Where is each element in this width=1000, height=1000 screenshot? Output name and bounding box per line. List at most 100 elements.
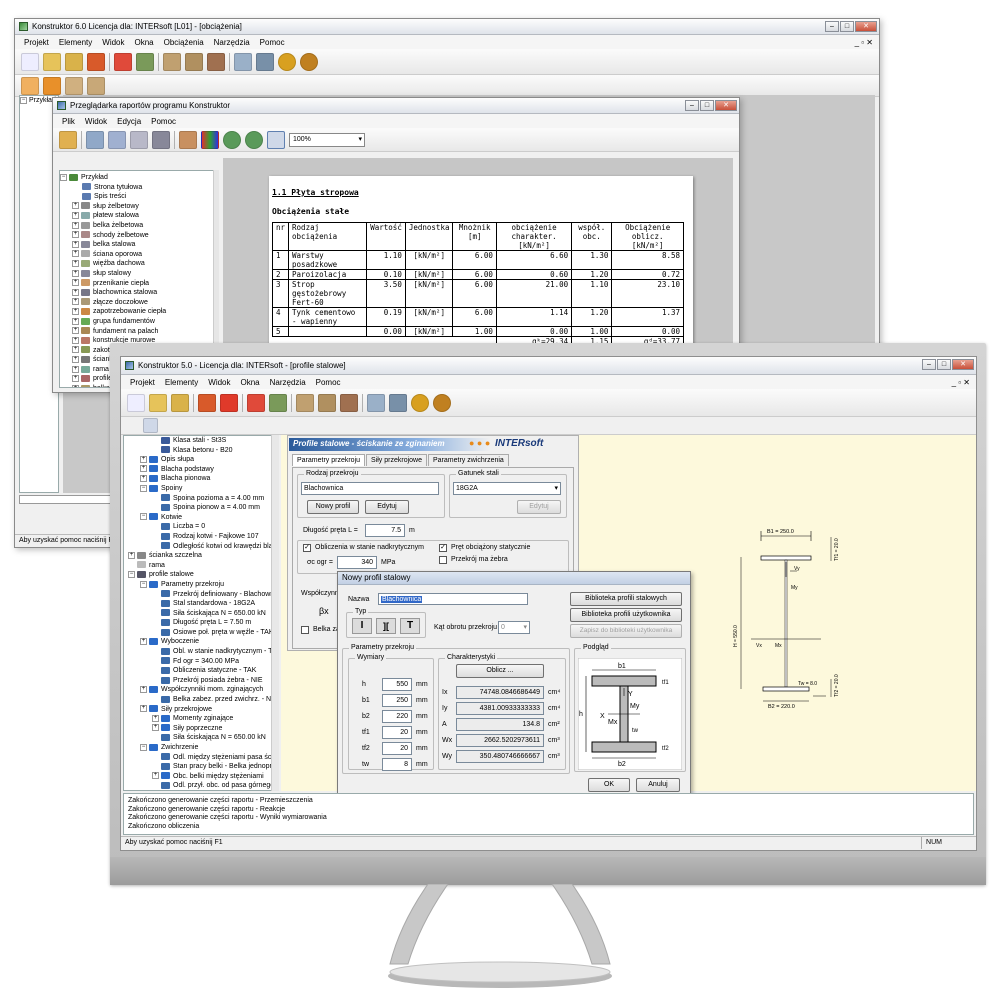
load-icon[interactable] bbox=[21, 76, 39, 95]
front-info-icon[interactable] bbox=[433, 393, 451, 412]
viewer-tree-item[interactable]: + fundament na palach bbox=[60, 327, 218, 337]
table-icon[interactable] bbox=[256, 52, 274, 71]
delete-icon[interactable] bbox=[207, 52, 225, 71]
menu-narzedzia[interactable]: Narzędzia bbox=[209, 38, 255, 47]
viewer-tree-item[interactable]: + słup stalowy bbox=[60, 269, 218, 279]
zebra-checkbox[interactable] bbox=[439, 556, 447, 564]
viewer-tree-item[interactable]: + więźba dachowa bbox=[60, 259, 218, 269]
ok-button[interactable]: OK bbox=[588, 778, 630, 792]
front-menu-elementy[interactable]: Elementy bbox=[160, 378, 203, 387]
front-tree-item[interactable]: Klasa betonu - B20 bbox=[124, 446, 278, 456]
front-report-icon[interactable] bbox=[269, 393, 287, 412]
front-tool-icon[interactable] bbox=[296, 393, 314, 412]
sigma-input[interactable]: 340 bbox=[337, 556, 377, 569]
calculator-icon[interactable] bbox=[234, 52, 252, 71]
front-tree-item[interactable]: Przekrój posiada żebra - NIE bbox=[124, 676, 278, 686]
front-tree-item[interactable]: Klasa stali - St3S bbox=[124, 436, 278, 446]
front-document-icon[interactable] bbox=[143, 418, 158, 433]
front-tree-item[interactable]: Fd ogr = 340.00 MPa bbox=[124, 657, 278, 667]
front-tree-item[interactable]: Siła ściskająca N = 650.00 kN bbox=[124, 609, 278, 619]
front-tree-item[interactable]: + ścianka szczelna bbox=[124, 551, 278, 561]
biblioteka-uzytkownika-button[interactable]: Biblioteka profili użytkownika bbox=[570, 608, 682, 622]
tab-parametry-zwichrzenia[interactable]: Parametry zwichrzenia bbox=[428, 454, 509, 466]
front-delete-icon[interactable] bbox=[220, 393, 238, 412]
viewer-minimize-button[interactable]: – bbox=[685, 100, 699, 111]
front-close-button[interactable]: ✕ bbox=[952, 359, 974, 370]
front-tree-item[interactable]: + Współczynniki mom. zginających bbox=[124, 685, 278, 695]
front-tree-item[interactable]: Przekrój definiowany - Blachownica bbox=[124, 590, 278, 600]
settings-icon[interactable] bbox=[185, 52, 203, 71]
front-tree-item[interactable]: Odl. między stężeniami pasa ścisk. bbox=[124, 753, 278, 763]
menu-projekt[interactable]: Projekt bbox=[19, 38, 54, 47]
dim-input[interactable]: 8 bbox=[382, 758, 412, 771]
save-icon[interactable] bbox=[87, 52, 105, 71]
viewer-tree-item[interactable]: + schody żelbetowe bbox=[60, 231, 218, 241]
front-tree-item[interactable]: Liczba = 0 bbox=[124, 522, 278, 532]
front-tree-item[interactable]: Osiowe poł. pręta w węźle - TAK bbox=[124, 628, 278, 638]
front-table-icon[interactable] bbox=[389, 393, 407, 412]
viewer-tree-item[interactable]: + słup żelbetowy bbox=[60, 202, 218, 212]
beam-load-icon[interactable] bbox=[65, 76, 83, 95]
front-calculator-icon[interactable] bbox=[367, 393, 385, 412]
gatunek-select[interactable]: 18G2A ▾ bbox=[453, 482, 561, 495]
front-menu-narzedzia[interactable]: Narzędzia bbox=[265, 378, 311, 387]
typ-i-beam-icon[interactable]: I bbox=[352, 618, 372, 634]
print-setup-icon[interactable] bbox=[152, 130, 170, 149]
front-tree-item[interactable]: − Kotwie bbox=[124, 513, 278, 523]
front-tree-item[interactable]: Rodzaj kotwi - Fajkowe 107 bbox=[124, 532, 278, 542]
export-icon[interactable] bbox=[86, 130, 104, 149]
front-menu-widok[interactable]: Widok bbox=[203, 378, 235, 387]
viewer-tree-item[interactable]: + ściana oporowa bbox=[60, 250, 218, 260]
report-icon[interactable] bbox=[136, 52, 154, 71]
tree-root[interactable]: − Przykład bbox=[60, 173, 218, 183]
belka-checkbox[interactable] bbox=[301, 626, 309, 634]
help-icon[interactable] bbox=[278, 52, 296, 71]
front-tree-item[interactable]: Odl. przył. obc. od pasa górnego bbox=[124, 781, 278, 790]
biblioteka-stalowych-button[interactable]: Biblioteka profili stalowych bbox=[570, 592, 682, 606]
front-tree-item[interactable]: + Wyboczenie bbox=[124, 637, 278, 647]
viewer-tree-item[interactable]: + płatew stalowa bbox=[60, 211, 218, 221]
menu-okna[interactable]: Okna bbox=[130, 38, 159, 47]
viewer-close-button[interactable]: ✕ bbox=[715, 100, 737, 111]
viewer-menu-edycja[interactable]: Edycja bbox=[112, 117, 146, 126]
menu-widok[interactable]: Widok bbox=[97, 38, 129, 47]
front-tree-item[interactable]: − Parametry przekroju bbox=[124, 580, 278, 590]
front-tree-item[interactable]: − Spoiny bbox=[124, 484, 278, 494]
front-help-icon[interactable] bbox=[411, 393, 429, 412]
front-menu-projekt[interactable]: Projekt bbox=[125, 378, 160, 387]
folder-icon[interactable] bbox=[65, 52, 83, 71]
typ-t-icon[interactable]: T bbox=[400, 618, 420, 634]
viewer-tree-item[interactable]: + belka stalowa bbox=[60, 240, 218, 250]
dim-input[interactable]: 550 bbox=[382, 678, 412, 691]
mdi-controls[interactable]: _ ▫ ✕ bbox=[850, 38, 879, 47]
front-tree-item[interactable]: Spoina pozioma a = 4.00 mm bbox=[124, 494, 278, 504]
viewer-tree-item[interactable]: + blachownica stalowa bbox=[60, 288, 218, 298]
menu-pomoc[interactable]: Pomoc bbox=[255, 38, 290, 47]
kat-select[interactable]: 0 ▾ bbox=[498, 621, 530, 634]
front-tree-item[interactable]: rama bbox=[124, 561, 278, 571]
typ-double-icon[interactable]: ][ bbox=[376, 618, 396, 634]
zoom-in-icon[interactable] bbox=[223, 130, 241, 149]
tab-sily-przekrojowe[interactable]: Siły przekrojowe bbox=[366, 454, 427, 466]
load-active-icon[interactable] bbox=[43, 76, 61, 95]
front-tree-item[interactable]: + Momenty zginające bbox=[124, 714, 278, 724]
front-tree-item[interactable]: + Blacha podstawy bbox=[124, 465, 278, 475]
viewer-tree-item[interactable]: + grupa fundamentów bbox=[60, 317, 218, 327]
nadkrytyczne-checkbox[interactable]: ✓ bbox=[303, 544, 311, 552]
edytuj-button[interactable]: Edytuj bbox=[365, 500, 409, 514]
dim-input[interactable]: 20 bbox=[382, 742, 412, 755]
colors-icon[interactable] bbox=[201, 130, 219, 149]
viewer-tree-item[interactable]: + przenikanie ciepła bbox=[60, 279, 218, 289]
viewer-tree-item[interactable]: Strona tytułowa bbox=[60, 183, 218, 193]
front-tree-item[interactable]: + Siły poprzeczne bbox=[124, 724, 278, 734]
front-print-icon[interactable] bbox=[247, 393, 265, 412]
nowy-profil-button[interactable]: Nowy profil bbox=[307, 500, 359, 514]
front-open-icon[interactable] bbox=[149, 393, 167, 412]
tools-icon[interactable] bbox=[179, 130, 197, 149]
dlugosc-input[interactable]: 7.5 bbox=[365, 524, 405, 537]
front-tree-item[interactable]: Siła ściskająca N = 650.00 kN bbox=[124, 733, 278, 743]
viewer-tree-item[interactable]: + belka żelbetowa bbox=[60, 221, 218, 231]
front-wrench-icon[interactable] bbox=[340, 393, 358, 412]
front-tree-item[interactable]: + Obc. belki między stężeniami bbox=[124, 772, 278, 782]
close-button[interactable]: ✕ bbox=[855, 21, 877, 32]
